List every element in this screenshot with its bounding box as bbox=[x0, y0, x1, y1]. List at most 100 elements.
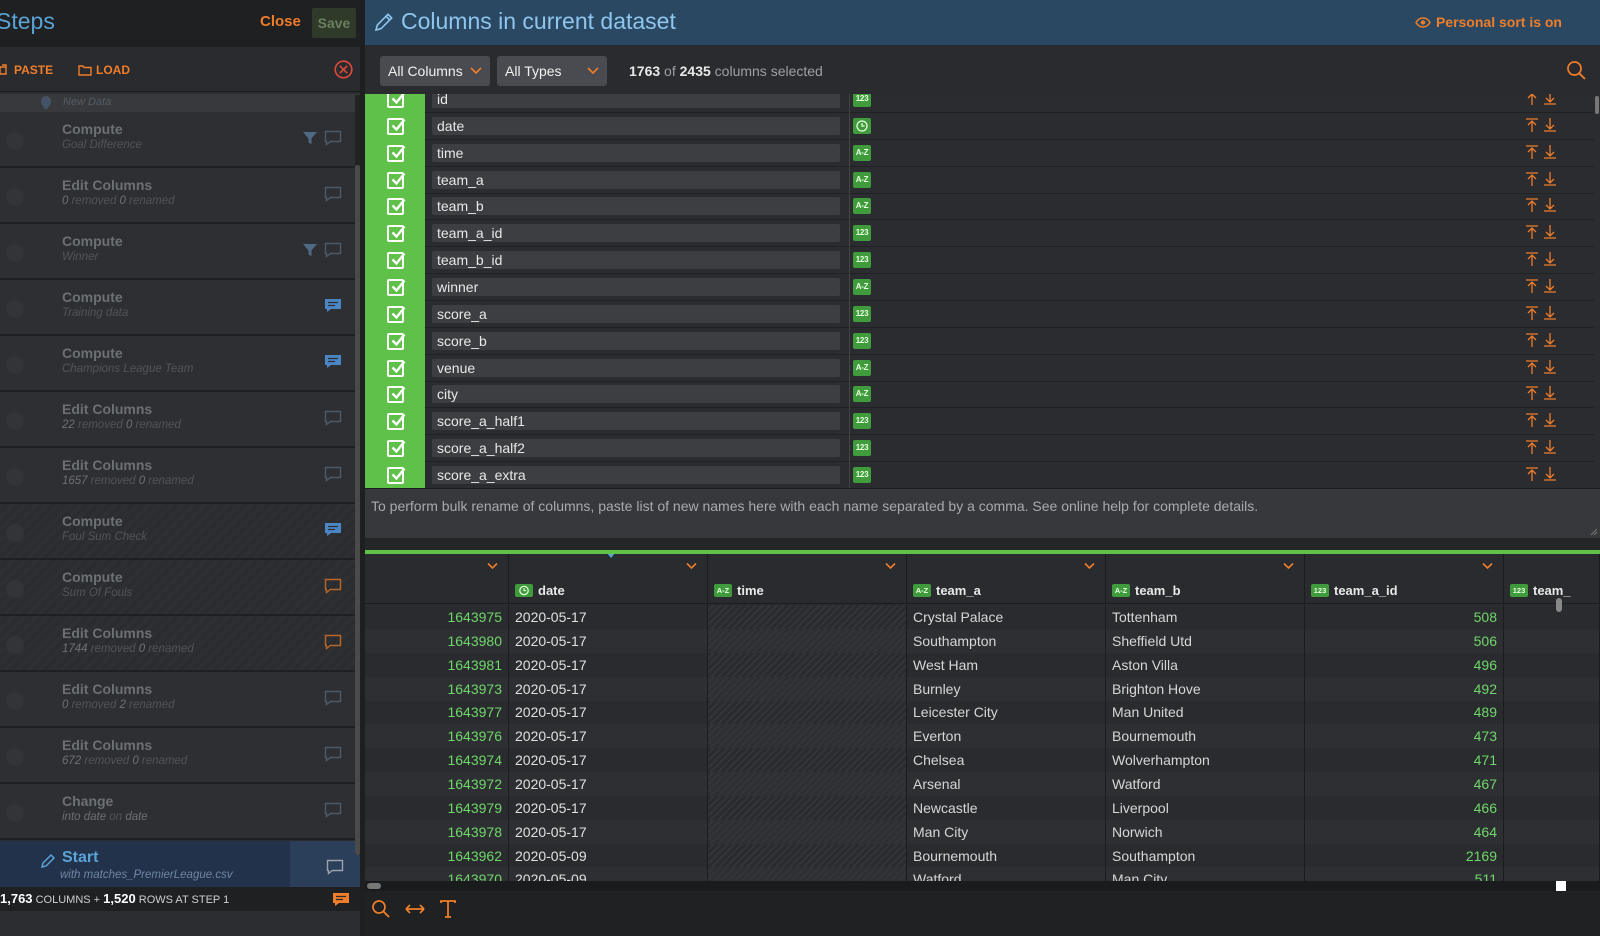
table-cell[interactable]: 1643979 bbox=[365, 795, 509, 820]
comment-icon[interactable] bbox=[324, 354, 342, 370]
paste-button[interactable]: PASTE bbox=[0, 63, 53, 77]
table-cell[interactable]: Newcastle bbox=[907, 795, 1106, 820]
column-checkbox[interactable] bbox=[365, 300, 425, 328]
search-icon[interactable] bbox=[1566, 60, 1586, 80]
filter-icon[interactable] bbox=[302, 130, 318, 146]
step-handle[interactable] bbox=[6, 300, 24, 318]
move-to-bottom-icon[interactable] bbox=[1543, 117, 1557, 133]
move-to-top-icon[interactable] bbox=[1525, 144, 1539, 160]
move-to-top-icon[interactable] bbox=[1525, 466, 1539, 482]
move-to-top-icon[interactable] bbox=[1525, 332, 1539, 348]
step-handle[interactable] bbox=[6, 244, 24, 262]
table-cell[interactable] bbox=[1504, 628, 1600, 653]
table-cell[interactable]: 1643974 bbox=[365, 748, 509, 773]
table-cell[interactable]: 2020-05-17 bbox=[509, 605, 708, 629]
step-handle[interactable] bbox=[6, 692, 24, 710]
column-row[interactable]: score_a_half2 123 bbox=[365, 435, 1600, 463]
table-cell[interactable]: 466 bbox=[1305, 795, 1504, 820]
comment-icon[interactable] bbox=[324, 410, 342, 426]
step-item[interactable]: Edit Columns 22 removed 0 renamed bbox=[0, 392, 360, 448]
column-name[interactable]: score_a bbox=[432, 304, 840, 323]
column-name[interactable]: team_b bbox=[432, 197, 840, 216]
column-name[interactable]: venue bbox=[432, 358, 840, 377]
step-item[interactable]: Compute Sum Of Fouls bbox=[0, 560, 360, 616]
column-checkbox[interactable] bbox=[365, 354, 425, 382]
column-list-scrollbar[interactable] bbox=[1594, 94, 1600, 488]
table-cell[interactable]: 496 bbox=[1305, 652, 1504, 677]
column-row[interactable]: score_a_extra 123 bbox=[365, 461, 1600, 488]
table-cell[interactable]: 467 bbox=[1305, 771, 1504, 796]
column-checkbox[interactable] bbox=[365, 112, 425, 140]
column-checkbox[interactable] bbox=[365, 381, 425, 409]
chevron-down-icon[interactable] bbox=[885, 562, 896, 570]
move-to-bottom-icon[interactable] bbox=[1543, 197, 1557, 213]
column-checkbox[interactable] bbox=[365, 220, 425, 248]
close-button[interactable]: Close bbox=[260, 13, 301, 30]
step-item[interactable]: Edit Columns 672 removed 0 renamed bbox=[0, 728, 360, 784]
table-cell[interactable]: 508 bbox=[1305, 605, 1504, 629]
move-to-top-icon[interactable] bbox=[1525, 224, 1539, 240]
move-to-bottom-icon[interactable] bbox=[1543, 171, 1557, 187]
column-row[interactable]: time A-Z bbox=[365, 139, 1600, 167]
step-item[interactable]: Compute Goal Difference bbox=[0, 112, 360, 168]
table-cell[interactable]: Leicester City bbox=[907, 700, 1106, 725]
chevron-down-icon[interactable] bbox=[686, 562, 697, 570]
table-cell[interactable]: Everton bbox=[907, 724, 1106, 749]
personal-sort-indicator[interactable]: Personal sort is on bbox=[1415, 14, 1562, 30]
table-row[interactable]: 1643972 2020-05-17 Arsenal Watford 467 bbox=[365, 771, 1600, 796]
column-row[interactable]: team_a A-Z bbox=[365, 166, 1600, 194]
table-cell[interactable] bbox=[708, 628, 907, 653]
column-row[interactable]: score_b 123 bbox=[365, 327, 1600, 355]
table-cell[interactable]: 1643978 bbox=[365, 819, 509, 844]
table-cell[interactable]: Wolverhampton bbox=[1106, 748, 1305, 773]
step-handle[interactable] bbox=[6, 132, 24, 150]
steps-scrollbar[interactable] bbox=[355, 95, 360, 855]
resize-grip-icon[interactable] bbox=[1590, 528, 1598, 536]
move-to-top-icon[interactable] bbox=[1525, 359, 1539, 375]
comment-icon[interactable] bbox=[324, 242, 342, 258]
grid-vertical-scrollbar-thumb[interactable] bbox=[1556, 598, 1562, 612]
new-data-row[interactable]: New Data bbox=[0, 94, 360, 112]
move-to-top-icon[interactable] bbox=[1525, 117, 1539, 133]
column-header[interactable]: A-Z time bbox=[708, 554, 907, 604]
column-name[interactable]: winner bbox=[432, 277, 840, 296]
table-cell[interactable]: 2020-05-17 bbox=[509, 795, 708, 820]
column-checkbox[interactable] bbox=[365, 247, 425, 275]
table-cell[interactable]: 2020-05-17 bbox=[509, 676, 708, 701]
table-cell[interactable] bbox=[708, 676, 907, 701]
column-checkbox[interactable] bbox=[365, 193, 425, 221]
table-cell[interactable] bbox=[1504, 676, 1600, 701]
move-to-bottom-icon[interactable] bbox=[1543, 251, 1557, 267]
column-row[interactable]: venue A-Z bbox=[365, 354, 1600, 382]
move-to-bottom-icon[interactable] bbox=[1543, 385, 1557, 401]
table-row[interactable]: 1643981 2020-05-17 West Ham Aston Villa 496 bbox=[365, 652, 1600, 677]
table-cell[interactable]: 464 bbox=[1305, 819, 1504, 844]
column-row[interactable]: team_b A-Z bbox=[365, 193, 1600, 221]
column-header[interactable]: A-Z team_b bbox=[1106, 554, 1305, 604]
column-header[interactable]: A-Z team_a bbox=[907, 554, 1106, 604]
table-cell[interactable]: 2020-05-17 bbox=[509, 652, 708, 677]
move-to-bottom-icon[interactable] bbox=[1543, 305, 1557, 321]
table-cell[interactable]: Man City bbox=[907, 819, 1106, 844]
move-to-top-icon[interactable] bbox=[1525, 305, 1539, 321]
save-button[interactable]: Save bbox=[312, 8, 356, 38]
step-handle[interactable] bbox=[6, 524, 24, 542]
table-cell[interactable] bbox=[708, 843, 907, 868]
table-cell[interactable]: 506 bbox=[1305, 628, 1504, 653]
move-to-top-icon[interactable] bbox=[1525, 439, 1539, 455]
steps-scrollbar-thumb[interactable] bbox=[355, 165, 360, 855]
table-cell[interactable]: Chelsea bbox=[907, 748, 1106, 773]
table-row[interactable]: 1643974 2020-05-17 Chelsea Wolverhampton 471 bbox=[365, 748, 1600, 773]
column-checkbox[interactable] bbox=[365, 327, 425, 355]
column-row[interactable]: id 123 bbox=[365, 94, 1600, 113]
table-cell[interactable] bbox=[708, 748, 907, 773]
move-to-bottom-icon[interactable] bbox=[1543, 224, 1557, 240]
move-to-bottom-icon[interactable] bbox=[1543, 144, 1557, 160]
grid-vertical-scrollbar[interactable] bbox=[1556, 598, 1562, 888]
column-row[interactable]: team_a_id 123 bbox=[365, 220, 1600, 248]
column-name[interactable]: score_a_half2 bbox=[432, 439, 840, 458]
table-cell[interactable]: Liverpool bbox=[1106, 795, 1305, 820]
column-checkbox[interactable] bbox=[365, 273, 425, 301]
table-cell[interactable] bbox=[708, 819, 907, 844]
column-header[interactable]: date bbox=[509, 554, 708, 604]
